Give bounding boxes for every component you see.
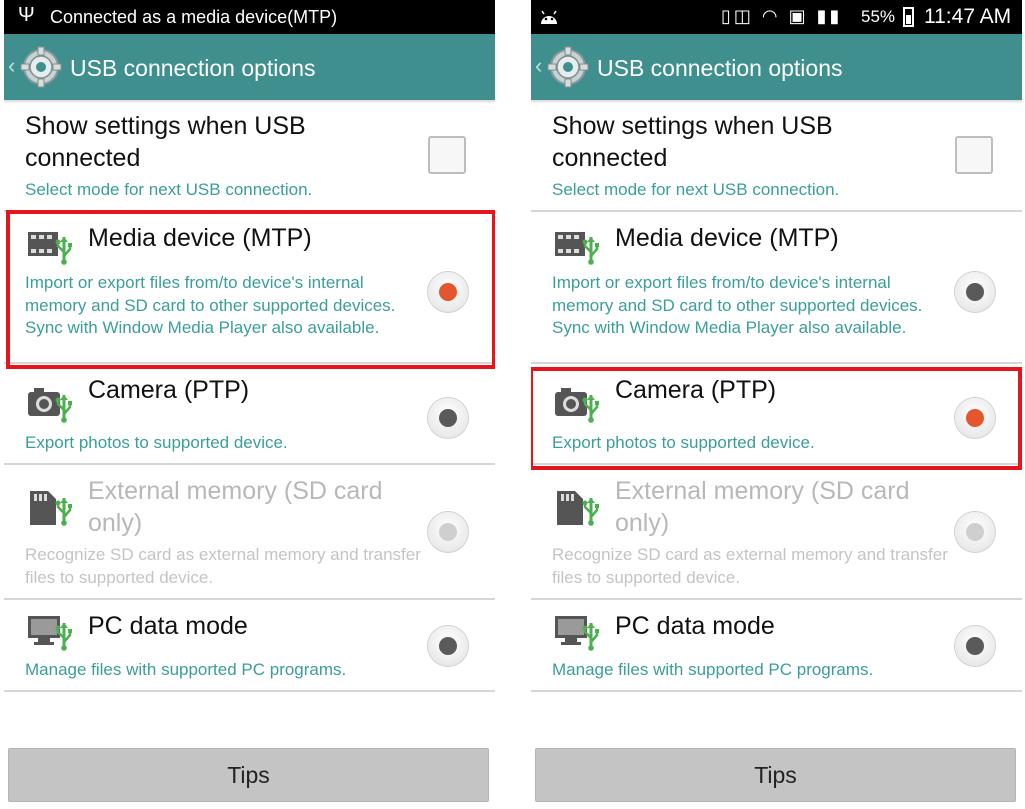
settings-gear-icon [547, 46, 589, 88]
option-mtp[interactable]: Media device (MTP) Import or export file… [4, 212, 495, 364]
option-pc-data[interactable]: PC data mode Manage files with supported… [531, 600, 1022, 692]
sdcard-usb-icon [30, 491, 74, 527]
option-ptp-title: Camera (PTP) [88, 376, 250, 404]
status-bar: ▯◫ ◠ ▣ ▮▮ 55% 11:47 AM [531, 0, 1022, 34]
media-usb-icon [28, 232, 74, 266]
option-pc-desc: Manage files with supported PC programs. [25, 660, 347, 679]
pc-usb-icon [555, 616, 601, 652]
option-external-title: External memory (SD card only) [88, 477, 383, 537]
option-mtp-radio[interactable] [955, 272, 995, 312]
show-settings-row[interactable]: Show settings when USB connected Select … [4, 100, 495, 212]
option-pc-desc: Manage files with supported PC programs. [552, 660, 874, 679]
option-pc-title: PC data mode [615, 612, 775, 640]
action-bar: ‹ USB connection options [531, 34, 1022, 100]
show-settings-checkbox[interactable] [955, 136, 993, 174]
option-pc-title: PC data mode [88, 612, 248, 640]
option-mtp-desc: Import or export files from/to device's … [552, 273, 923, 337]
page-title: USB connection options [597, 55, 843, 81]
battery-percentage: 55% [861, 7, 896, 26]
option-pc-radio[interactable] [955, 626, 995, 666]
show-settings-title: Show settings when USB connected [25, 112, 306, 172]
camera-usb-icon [28, 388, 74, 424]
status-bar: Ψ Connected as a media device(MTP) [4, 0, 495, 34]
sdcard-usb-icon [557, 491, 601, 527]
option-pc-radio[interactable] [428, 626, 468, 666]
left-screen: Ψ Connected as a media device(MTP) ‹ USB… [4, 0, 495, 809]
option-mtp-title: Media device (MTP) [88, 224, 312, 252]
option-ptp[interactable]: Camera (PTP) Export photos to supported … [4, 364, 495, 465]
system-status-icons: ▯◫ ◠ ▣ ▮▮ [721, 6, 843, 26]
option-pc-data[interactable]: PC data mode Manage files with supported… [4, 600, 495, 692]
settings-gear-icon [20, 46, 62, 88]
tips-button[interactable]: Tips [8, 748, 489, 802]
android-debug-icon [541, 10, 557, 24]
show-settings-checkbox[interactable] [428, 136, 466, 174]
usb-notification-icon: Ψ [18, 4, 35, 26]
usb-notification-text: Connected as a media device(MTP) [50, 7, 338, 27]
media-usb-icon [555, 232, 601, 266]
option-ptp-desc: Export photos to supported device. [25, 433, 288, 452]
pc-usb-icon [28, 616, 74, 652]
option-external-radio[interactable] [428, 512, 468, 552]
show-settings-desc: Select mode for next USB connection. [25, 180, 313, 199]
show-settings-row[interactable]: Show settings when USB connected Select … [531, 100, 1022, 212]
action-bar: ‹ USB connection options [4, 34, 495, 100]
option-ptp-title: Camera (PTP) [615, 376, 777, 404]
option-external-desc: Recognize SD card as external memory and… [25, 545, 421, 587]
option-mtp[interactable]: Media device (MTP) Import or export file… [531, 212, 1022, 364]
option-mtp-radio[interactable] [428, 272, 468, 312]
option-external-memory[interactable]: External memory (SD card only) Recognize… [531, 465, 1022, 600]
camera-usb-icon [555, 388, 601, 424]
right-screen: ▯◫ ◠ ▣ ▮▮ 55% 11:47 AM ‹ USB connection … [531, 0, 1022, 809]
page-title: USB connection options [70, 55, 316, 81]
option-ptp-radio[interactable] [428, 398, 468, 438]
option-ptp-desc: Export photos to supported device. [552, 433, 815, 452]
option-external-radio[interactable] [955, 512, 995, 552]
show-settings-title: Show settings when USB connected [552, 112, 833, 172]
battery-icon [903, 7, 914, 27]
option-external-desc: Recognize SD card as external memory and… [552, 545, 948, 587]
option-mtp-title: Media device (MTP) [615, 224, 839, 252]
option-ptp[interactable]: Camera (PTP) Export photos to supported … [531, 364, 1022, 465]
option-external-title: External memory (SD card only) [615, 477, 910, 537]
option-external-memory[interactable]: External memory (SD card only) Recognize… [4, 465, 495, 600]
back-chevron-icon[interactable]: ‹ [535, 53, 542, 79]
show-settings-desc: Select mode for next USB connection. [552, 180, 840, 199]
option-mtp-desc: Import or export files from/to device's … [25, 273, 396, 337]
clock: 11:47 AM [924, 5, 1012, 28]
option-ptp-radio[interactable] [955, 398, 995, 438]
tips-button[interactable]: Tips [535, 748, 1016, 802]
back-chevron-icon[interactable]: ‹ [8, 53, 15, 79]
